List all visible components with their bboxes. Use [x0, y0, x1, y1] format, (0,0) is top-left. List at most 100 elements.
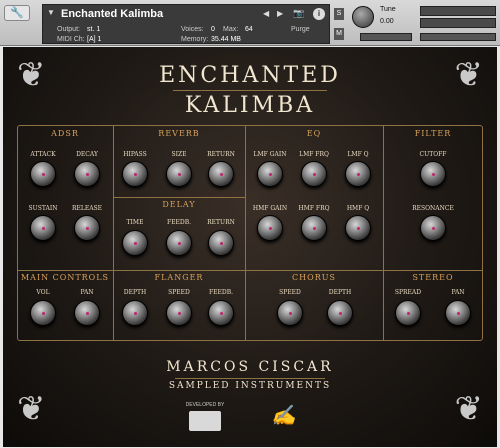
hmf-gain-label: HMF GAIN: [252, 205, 288, 212]
lmf-gain-label: LMF GAIN: [253, 151, 287, 158]
product-title-line1: ENCHANTED: [159, 63, 341, 88]
delay-return-label: RETURN: [207, 219, 235, 226]
instrument-panel: ❦ ❦ ❦ ❦ ENCHANTED KALIMBA ADSR REVERB EQ…: [3, 47, 497, 447]
instrument-title[interactable]: Enchanted Kalimba: [61, 8, 163, 20]
section-title-flanger: FLANGER: [154, 273, 204, 282]
output-value[interactable]: st. 1: [87, 26, 100, 33]
chorus-speed-label: SPEED: [279, 289, 301, 296]
wrench-icon[interactable]: 🔧: [4, 5, 30, 21]
lmf-q-label: LMF Q: [347, 151, 369, 158]
chorus-depth-label: DEPTH: [328, 289, 352, 296]
flanger-depth-knob[interactable]: [122, 300, 148, 326]
pan-slider[interactable]: [360, 33, 412, 41]
lmf-gain-knob[interactable]: [257, 161, 283, 187]
hmf-q-knob[interactable]: [345, 215, 371, 241]
lmf-q-knob[interactable]: [345, 161, 371, 187]
vol-label: VOL: [36, 289, 50, 296]
sustain-label: SUSTAIN: [28, 205, 58, 212]
memory-value: 35.44 MB: [211, 36, 241, 43]
camera-icon[interactable]: 📷: [293, 8, 304, 19]
hmf-gain-knob[interactable]: [257, 215, 283, 241]
chorus-depth-knob[interactable]: [327, 300, 353, 326]
lmf-frq-knob[interactable]: [301, 161, 327, 187]
cutoff-knob[interactable]: [420, 161, 446, 187]
section-title-chorus: CHORUS: [292, 273, 336, 282]
spread-knob[interactable]: [395, 300, 421, 326]
collapse-triangle-icon[interactable]: ▼: [47, 8, 55, 17]
flanger-depth-label: DEPTH: [123, 289, 147, 296]
corner-ornament-bottom-left: ❦: [17, 389, 46, 429]
max-label: Max:: [223, 26, 239, 33]
midi-channel-label: MIDI Ch:: [57, 36, 85, 43]
attack-knob[interactable]: [30, 161, 56, 187]
instrument-header: 🔧 ▼ Enchanted Kalimba ◀ ▶ 📷 i Output: st…: [0, 0, 500, 46]
corner-ornament-bottom-right: ❦: [454, 389, 484, 429]
brand-divider: [175, 378, 325, 379]
resonance-knob[interactable]: [420, 215, 446, 241]
vol-knob[interactable]: [30, 300, 56, 326]
section-title-reverb: REVERB: [158, 129, 200, 138]
info-icon[interactable]: i: [313, 8, 325, 20]
divider-filter-stereo: [383, 270, 483, 271]
brand-name: MARCOS CISCAR: [166, 359, 334, 375]
voices-label: Voices:: [181, 26, 204, 33]
cutoff-label: CUTOFF: [419, 151, 447, 158]
decay-label: DECAY: [76, 151, 98, 158]
flanger-feedb-label: FEEDB.: [208, 289, 234, 296]
release-knob[interactable]: [74, 215, 100, 241]
output-label: Output:: [57, 26, 80, 33]
reverb-return-knob[interactable]: [208, 161, 234, 187]
release-label: RELEASE: [71, 205, 103, 212]
section-title-eq: EQ: [306, 129, 322, 138]
flanger-feedb-knob[interactable]: [208, 300, 234, 326]
section-title-delay: DELAY: [162, 200, 196, 209]
instrument-info-box: ▼ Enchanted Kalimba ◀ ▶ 📷 i Output: st. …: [42, 4, 330, 44]
divider-reverb-delay: [113, 197, 245, 198]
main-pan-label: PAN: [80, 289, 94, 296]
stereo-pan-label: PAN: [451, 289, 465, 296]
prev-instrument-icon[interactable]: ◀: [263, 9, 269, 18]
title-divider: [173, 90, 327, 91]
level-meter-right: [420, 18, 496, 28]
hmf-frq-knob[interactable]: [301, 215, 327, 241]
tune-knob[interactable]: [352, 6, 374, 28]
sustain-knob[interactable]: [30, 215, 56, 241]
section-title-adsr: ADSR: [51, 129, 79, 138]
divider-adsr-main: [17, 270, 113, 271]
delay-return-knob[interactable]: [208, 230, 234, 256]
size-knob[interactable]: [166, 161, 192, 187]
developed-by-label: DEVELOPED BY: [185, 402, 225, 408]
level-meter-left: [420, 6, 496, 16]
midi-channel-value[interactable]: [A] 1: [87, 36, 101, 43]
volume-slider[interactable]: [420, 33, 496, 41]
voices-value: 0: [211, 26, 215, 33]
hipass-label: HIPASS: [123, 151, 147, 158]
delay-feedb-knob[interactable]: [166, 230, 192, 256]
hmf-q-label: HMF Q: [346, 205, 370, 212]
section-title-stereo: STEREO: [412, 273, 454, 282]
chorus-speed-knob[interactable]: [277, 300, 303, 326]
hipass-knob[interactable]: [122, 161, 148, 187]
max-value: 64: [245, 26, 253, 33]
main-pan-knob[interactable]: [74, 300, 100, 326]
solo-button[interactable]: S: [334, 8, 344, 20]
brand-subtitle: SAMPLED INSTRUMENTS: [168, 381, 332, 391]
hmf-frq-label: HMF FRQ: [298, 205, 330, 212]
section-title-filter: FILTER: [414, 129, 452, 138]
time-label: TIME: [126, 219, 144, 226]
memory-label: Memory:: [181, 36, 209, 43]
tune-value: 0.00: [380, 18, 394, 25]
purge-label[interactable]: Purge: [291, 26, 310, 33]
developer-logo: [189, 411, 221, 431]
divider-eq-chorus: [245, 270, 383, 271]
decay-knob[interactable]: [74, 161, 100, 187]
flanger-speed-knob[interactable]: [166, 300, 192, 326]
signature-icon: ✍: [271, 403, 296, 427]
mute-button[interactable]: M: [334, 28, 344, 40]
stereo-pan-knob[interactable]: [445, 300, 471, 326]
time-knob[interactable]: [122, 230, 148, 256]
next-instrument-icon[interactable]: ▶: [277, 9, 283, 18]
tune-label: Tune: [380, 6, 396, 13]
divider-delay-flanger: [113, 270, 245, 271]
lmf-frq-label: LMF FRQ: [299, 151, 329, 158]
